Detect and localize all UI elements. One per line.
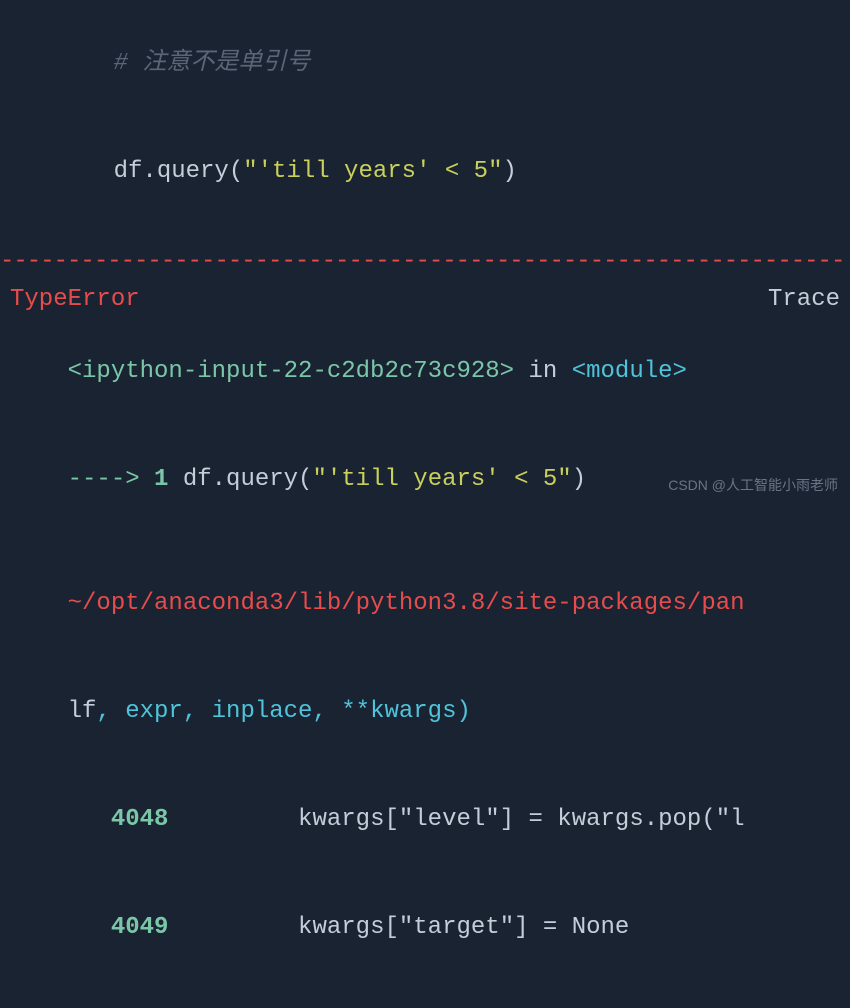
code-prefix: df.query( [168, 466, 312, 493]
code-content: kwargs["level"] = kwargs.pop("l [168, 806, 744, 833]
comment-text: # 注意不是单引号 [114, 50, 311, 77]
frame-line-4049: 4049 kwargs["target"] = None [0, 874, 850, 982]
code-output-block: # 注意不是单引号 df.query("'till years' < 5") -… [0, 0, 850, 1008]
code-content: kwargs["target"] = None [168, 914, 629, 941]
watermark-text: CSDN @人工智能小雨老师 [668, 475, 838, 496]
param-rest: , expr, inplace, **kwargs) [96, 698, 470, 725]
trace-label: Trace [768, 282, 840, 318]
string-literal: "'till years' < 5" [312, 466, 571, 493]
code-line: df.query("'till years' < 5") [0, 118, 850, 226]
file-path: ~/opt/anaconda3/lib/python3.8/site-packa… [68, 590, 745, 617]
traceback-params-line: lf, expr, inplace, **kwargs) [0, 658, 850, 766]
error-separator: ----------------------------------------… [0, 234, 850, 282]
in-keyword: in [514, 358, 572, 385]
frame-line-4050: -> 4050 res = self.eval(expr, **kwargs) [0, 982, 850, 1008]
ipython-input-tag: <ipython-input-22-c2db2c73c928> [68, 358, 514, 385]
frame-line-4048: 4048 kwargs["level"] = kwargs.pop("l [0, 766, 850, 874]
param-lf: lf [68, 698, 97, 725]
code-string-literal: "'till years' < 5" [243, 158, 502, 185]
traceback-source-line: <ipython-input-22-c2db2c73c928> in <modu… [0, 318, 850, 426]
error-type-label: TypeError [10, 282, 140, 318]
arrow-indicator: ----> [68, 466, 154, 493]
code-comment-line: # 注意不是单引号 [0, 10, 850, 118]
module-tag: <module> [572, 358, 687, 385]
traceback-file-path: ~/opt/anaconda3/lib/python3.8/site-packa… [0, 550, 850, 658]
code-suffix: ) [502, 158, 516, 185]
line-number: 4048 [68, 806, 169, 833]
error-header: TypeError Trace [0, 282, 850, 318]
line-number: 4049 [68, 914, 169, 941]
code-suffix: ) [572, 466, 586, 493]
code-prefix: df.query( [114, 158, 244, 185]
line-number: 1 [154, 466, 168, 493]
